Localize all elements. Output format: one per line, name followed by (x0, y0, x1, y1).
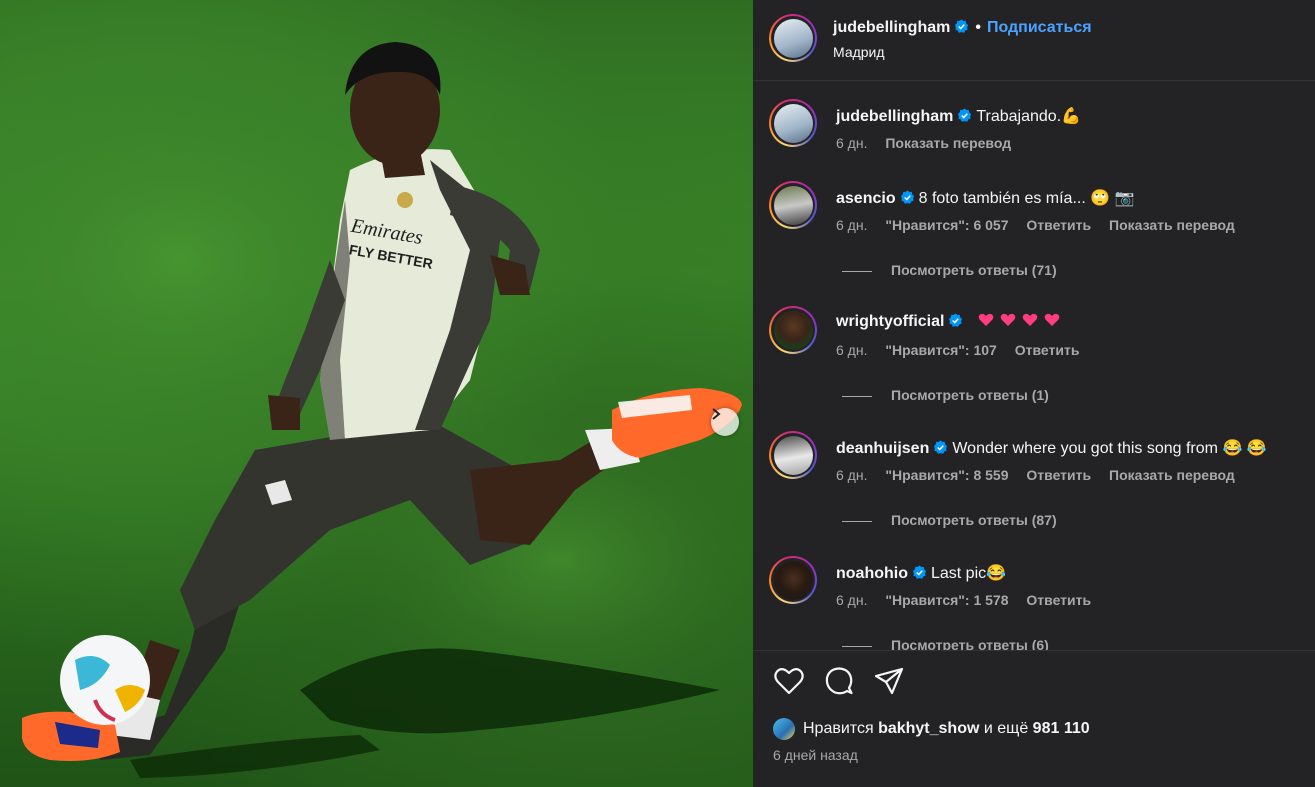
comment-icon (825, 667, 853, 695)
replies-dash (842, 395, 872, 397)
verified-badge-icon (955, 19, 969, 33)
avatar[interactable] (769, 181, 817, 229)
comment-username[interactable]: wrightyofficial (836, 313, 944, 330)
post-actions (773, 665, 973, 699)
comment-emoji: 💪 (1061, 108, 1082, 125)
verified-badge-icon (900, 190, 914, 204)
comment-time[interactable]: 6 дн. (836, 217, 867, 233)
view-replies-button[interactable]: Посмотреть ответы (87) (842, 512, 1057, 528)
view-replies-label: Посмотреть ответы (6) (891, 637, 1049, 650)
post-header: judebellingham • Подписаться Мадрид (769, 14, 1299, 64)
heart-emoji-icon (1000, 313, 1016, 326)
verified-badge-icon (949, 313, 963, 327)
post-date: 6 дней назад (773, 747, 858, 763)
reply-button[interactable]: Ответить (1026, 217, 1091, 233)
avatar[interactable] (769, 431, 817, 479)
likes-middle: и ещё (983, 720, 1029, 737)
like-button[interactable] (773, 665, 805, 697)
heart-icon (774, 668, 804, 695)
liker-username[interactable]: bakhyt_show (878, 720, 979, 738)
comment-text: Trabajando. (976, 108, 1062, 125)
replies-dash (842, 270, 872, 272)
post-location[interactable]: Мадрид (833, 44, 885, 60)
comment-text: 8 foto también es mía... (918, 190, 1086, 207)
reply-button[interactable]: Ответить (1026, 467, 1091, 483)
verified-badge-icon (912, 565, 927, 579)
comment-likes[interactable]: "Нравится": 8 559 (885, 467, 1008, 483)
comment-username[interactable]: judebellingham (836, 108, 953, 125)
likes-count[interactable]: 981 110 (1033, 720, 1090, 738)
view-replies-label: Посмотреть ответы (71) (891, 262, 1057, 278)
comment-time[interactable]: 6 дн. (836, 592, 867, 608)
show-translation-button[interactable]: Показать перевод (1109, 217, 1235, 233)
view-replies-label: Посмотреть ответы (87) (891, 512, 1057, 528)
comment-time[interactable]: 6 дн. (836, 135, 867, 151)
next-image-button[interactable] (711, 408, 739, 436)
heart-emoji-icon (1044, 313, 1060, 326)
comment-likes[interactable]: "Нравится": 6 057 (885, 217, 1008, 233)
avatar[interactable] (769, 556, 817, 604)
comment-username[interactable]: noahohio (836, 565, 908, 582)
author-username[interactable]: judebellingham (833, 19, 950, 36)
verified-badge-icon (934, 440, 948, 454)
replies-dash (842, 520, 872, 522)
author-avatar[interactable] (769, 14, 817, 62)
share-button[interactable] (873, 665, 905, 697)
chevron-right-icon (712, 408, 721, 420)
show-translation-button[interactable]: Показать перевод (1109, 467, 1235, 483)
replies-dash (842, 645, 872, 647)
header-separator: • (975, 19, 981, 36)
comment-emoji: 😂 (986, 565, 1007, 582)
view-replies-button[interactable]: Посмотреть ответы (71) (842, 262, 1057, 278)
avatar[interactable] (769, 306, 817, 354)
actions-divider (753, 650, 1315, 651)
comment-likes[interactable]: "Нравится": 107 (885, 342, 996, 358)
liker-avatar[interactable] (773, 718, 795, 740)
comment-username[interactable]: asencio (836, 190, 896, 207)
comment-likes[interactable]: "Нравится": 1 578 (885, 592, 1008, 608)
likes-summary[interactable]: Нравится bakhyt_show и ещё 981 110 (773, 718, 1090, 740)
heart-emoji-icon (978, 313, 994, 326)
post-side-panel: judebellingham • Подписаться Мадрид judebe… (753, 0, 1315, 787)
avatar[interactable] (769, 99, 817, 147)
view-replies-button[interactable]: Посмотреть ответы (6) (842, 637, 1049, 650)
comment-hearts (972, 313, 1060, 330)
share-icon (874, 667, 904, 695)
reply-button[interactable]: Ответить (1015, 342, 1080, 358)
comment-time[interactable]: 6 дн. (836, 342, 867, 358)
reply-button[interactable]: Ответить (1026, 592, 1091, 608)
comment-text: Wonder where you got this song from (952, 440, 1218, 457)
comment-text: Last pic (930, 565, 987, 582)
comment-emoji: 😂 😂 (1222, 440, 1267, 457)
comment-emoji: 🙄 📷 (1090, 190, 1135, 207)
comment-username[interactable]: deanhuijsen (836, 440, 929, 457)
verified-badge-icon (958, 108, 972, 122)
comments-list[interactable]: judebellingham Trabajando.💪 6 дн. Показат… (753, 81, 1315, 650)
comment-time[interactable]: 6 дн. (836, 467, 867, 483)
heart-emoji-icon (1022, 313, 1038, 326)
view-replies-label: Посмотреть ответы (1) (891, 387, 1049, 403)
follow-button[interactable]: Подписаться (987, 19, 1092, 36)
view-replies-button[interactable]: Посмотреть ответы (1) (842, 387, 1049, 403)
show-translation-button[interactable]: Показать перевод (885, 135, 1011, 151)
comment-button[interactable] (823, 665, 855, 697)
post-photo: Emirates FLY BETTER (0, 0, 753, 787)
likes-prefix: Нравится (803, 720, 874, 737)
player-illustration: Emirates FLY BETTER (0, 42, 753, 778)
